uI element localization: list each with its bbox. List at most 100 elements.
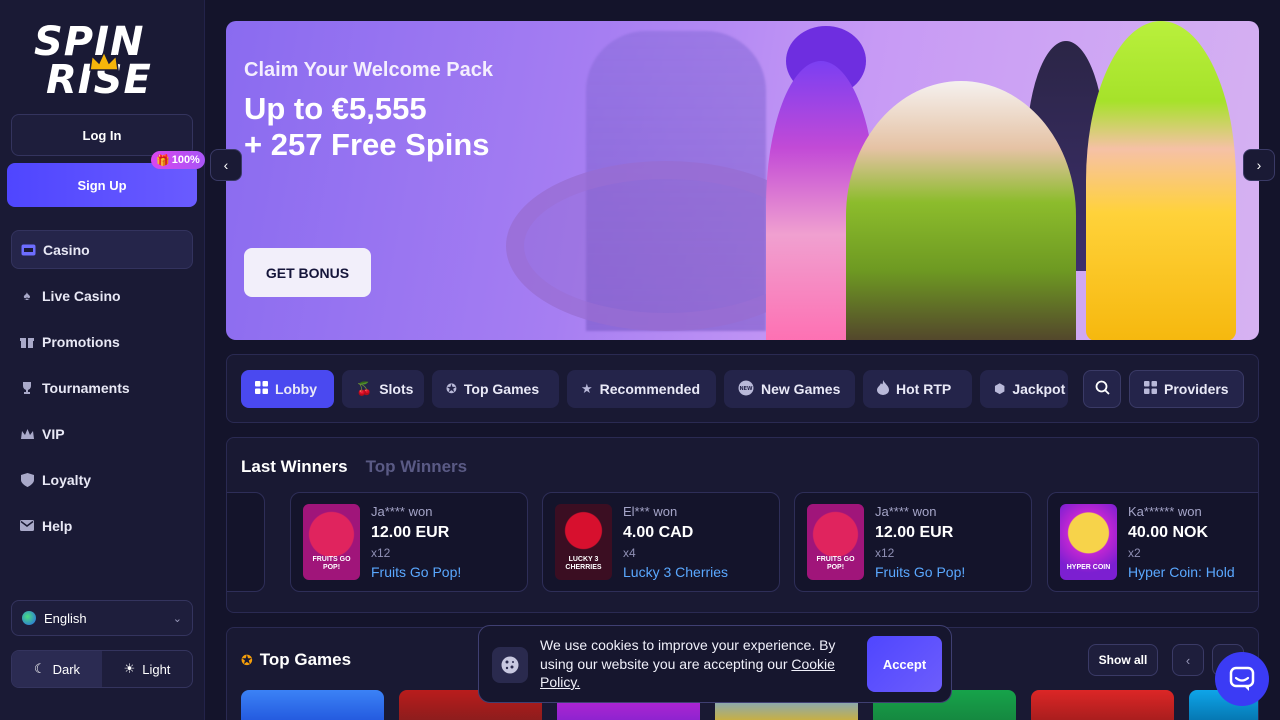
flame-icon (877, 380, 889, 398)
winner-multiplier: x2 (1128, 546, 1141, 560)
nav-label: VIP (42, 425, 65, 442)
game-thumbnail: HYPER COIN (1060, 504, 1117, 580)
tab-top-winners[interactable]: Top Winners (366, 457, 468, 477)
tab-label: New Games (761, 381, 841, 397)
winner-multiplier: x4 (623, 546, 636, 560)
banner-subtitle: Claim Your Welcome Pack (244, 59, 493, 81)
providers-label: Providers (1164, 381, 1229, 397)
tab-last-winners[interactable]: Last Winners (241, 457, 348, 477)
winner-game-link[interactable]: Hyper Coin: Hold (1128, 564, 1235, 580)
winner-card[interactable]: FRUITS GO POP! Ja**** won 12.00 EUR x12 … (290, 492, 528, 592)
promo-banner[interactable]: Claim Your Welcome Pack Up to €5,555 + 2… (226, 21, 1259, 340)
winner-game-link[interactable]: Lucky 3 Cherries (623, 564, 728, 580)
winner-name: Ja**** won (371, 504, 433, 519)
shield-icon (19, 472, 35, 488)
nav-label: Loyalty (42, 471, 92, 488)
casino-icon (20, 242, 36, 258)
nav-item-casino[interactable]: Casino (11, 230, 193, 269)
banner-next-button[interactable]: › (1243, 149, 1275, 181)
tab-hot-rtp[interactable]: Hot RTP (863, 370, 972, 408)
tab-label: Recommended (599, 381, 701, 397)
theme-dark-button[interactable]: ☾ Dark (12, 651, 102, 687)
grid-icon (255, 381, 268, 397)
winners-tabs: Last Winners Top Winners (241, 457, 467, 477)
cookie-icon (492, 647, 528, 683)
chevron-right-icon: › (1256, 157, 1262, 173)
banner-title: Up to €5,555 + 257 Free Spins (244, 91, 490, 163)
providers-button[interactable]: Providers (1129, 370, 1244, 408)
crown-logo-icon (89, 50, 119, 71)
nav-item-tournaments[interactable]: Tournaments (11, 368, 193, 407)
spade-icon: ♠ (23, 288, 31, 303)
signup-bonus-badge: 🎁 100% (151, 151, 205, 169)
signup-button[interactable]: Sign Up (7, 163, 197, 207)
winners-panel: Last Winners Top Winners FRUITS GO POP! … (226, 437, 1259, 613)
cookie-text: We use cookies to improve your experienc… (540, 636, 845, 692)
nav-item-loyalty[interactable]: Loyalty (11, 460, 193, 499)
chevron-left-icon: ‹ (223, 157, 229, 173)
banner-character-king (846, 81, 1076, 340)
theme-light-button[interactable]: ☀ Light (102, 651, 192, 687)
tab-recommended[interactable]: ★ Recommended (567, 370, 716, 408)
winner-multiplier: x12 (371, 546, 391, 560)
sun-icon: ☀ (123, 661, 136, 676)
section-title: Top Games (259, 650, 352, 669)
language-label: English (44, 610, 87, 626)
winner-amount: 12.00 EUR (875, 524, 954, 541)
star-icon: ★ (581, 381, 593, 396)
gift-icon: 🎁 (156, 154, 170, 167)
game-tile[interactable] (241, 690, 384, 720)
thumb-text: HYPER COIN (1066, 564, 1111, 571)
main-nav: Casino ♠ Live Casino Promotions Tourname… (11, 230, 193, 552)
trophy-icon (19, 380, 35, 396)
nav-item-vip[interactable]: VIP (11, 414, 193, 453)
moon-icon: ☾ (33, 661, 46, 676)
winner-name: Ka****** won (1128, 504, 1202, 519)
banner-title-line2: + 257 Free Spins (244, 127, 490, 162)
tab-new-games[interactable]: NEW New Games (724, 370, 855, 408)
tab-slots[interactable]: 🍒 Slots (342, 370, 424, 408)
nav-label: Help (42, 517, 73, 534)
winner-game-link[interactable]: Fruits Go Pop! (371, 564, 461, 580)
winner-amount: 40.00 NOK (1128, 524, 1209, 541)
tab-top-games[interactable]: ✪ Top Games (432, 370, 559, 408)
winner-card[interactable]: FRUITS GO POP! Ja**** won 12.00 EUR x12 … (794, 492, 1032, 592)
accept-cookies-button[interactable]: Accept (867, 636, 942, 692)
chat-bubble-icon (1229, 666, 1255, 691)
svg-text:NEW: NEW (739, 386, 753, 392)
nav-item-live-casino[interactable]: ♠ Live Casino (11, 276, 193, 315)
gift-icon (19, 334, 35, 350)
game-thumbnail: FRUITS GO POP! (807, 504, 864, 580)
winner-card-partial[interactable] (227, 492, 265, 592)
tab-label: Jackpot (1012, 381, 1066, 397)
top-games-title: ✪ Top Games (241, 650, 351, 670)
thumb-text: FRUITS GO POP! (816, 556, 855, 571)
search-icon (1095, 380, 1110, 398)
winner-card[interactable]: LUCKY 3 CHERRIES El*** won 4.00 CAD x4 L… (542, 492, 780, 592)
language-select[interactable]: English ⌄ (11, 600, 193, 636)
winner-name: El*** won (623, 504, 678, 519)
cherry-icon: 🍒 (356, 381, 373, 396)
tab-jackpot[interactable]: ⬢ Jackpot (980, 370, 1068, 408)
game-tile[interactable] (1031, 690, 1174, 720)
nav-item-promotions[interactable]: Promotions (11, 322, 193, 361)
theme-dark-label: Dark (52, 661, 81, 677)
category-tabs: Lobby 🍒 Slots ✪ Top Games ★ Recommended … (226, 354, 1259, 423)
thumb-text: LUCKY 3 CHERRIES (565, 556, 602, 571)
banner-prev-button[interactable]: ‹ (210, 149, 242, 181)
tab-label: Lobby (275, 381, 317, 397)
nav-item-help[interactable]: Help (11, 506, 193, 545)
show-all-button[interactable]: Show all (1088, 644, 1158, 676)
spinrise-logo[interactable]: SPIN RISE (30, 22, 175, 102)
winner-game-link[interactable]: Fruits Go Pop! (875, 564, 965, 580)
tab-lobby[interactable]: Lobby (241, 370, 334, 408)
winner-amount: 12.00 EUR (371, 524, 450, 541)
get-bonus-button[interactable]: GET BONUS (244, 248, 371, 297)
sidebar: SPIN RISE Log In Sign Up 🎁 100% Casino ♠… (0, 0, 205, 720)
winner-multiplier: x12 (875, 546, 895, 560)
login-button[interactable]: Log In (11, 114, 193, 156)
chat-button[interactable] (1215, 652, 1269, 706)
top-games-prev-button[interactable]: ‹ (1172, 644, 1204, 676)
winner-card[interactable]: HYPER COIN Ka****** won 40.00 NOK x2 Hyp… (1047, 492, 1258, 592)
search-button[interactable] (1083, 370, 1121, 408)
